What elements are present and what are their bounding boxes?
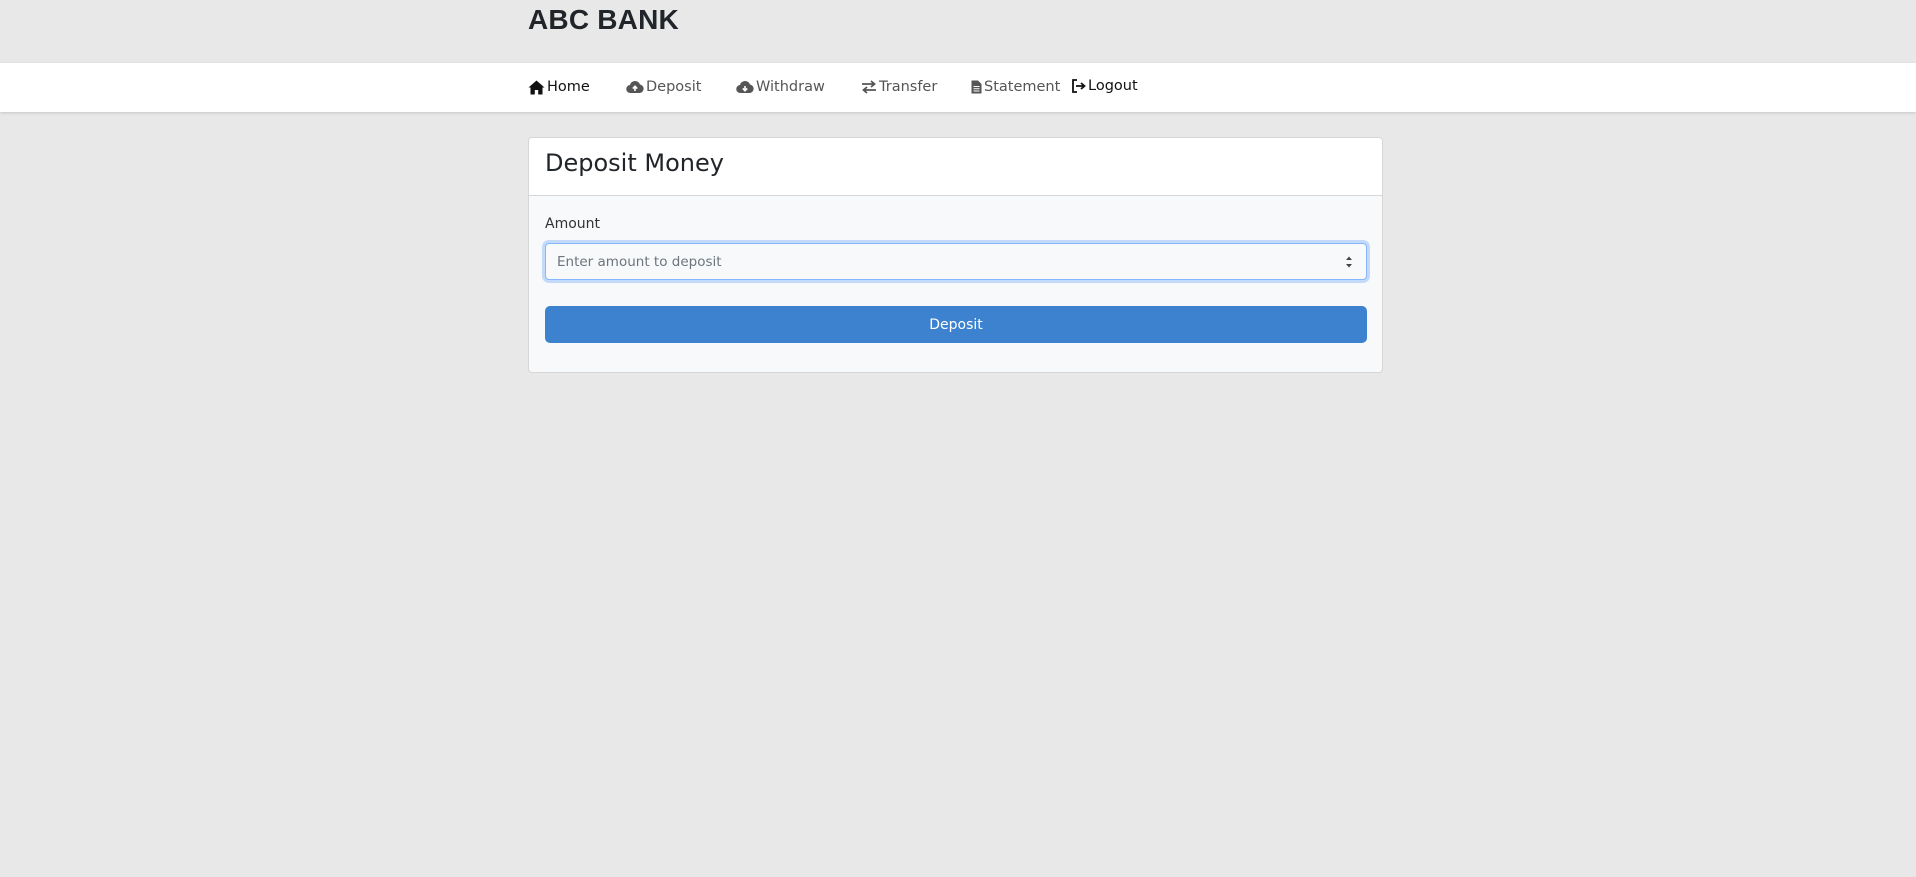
nav-deposit[interactable]: Deposit [626,79,701,95]
brand-title: ABC BANK [528,4,679,35]
logout-icon [1071,79,1088,93]
nav-home-label: Home [547,79,590,95]
deposit-button[interactable]: Deposit [545,306,1367,343]
nav-logout[interactable]: Logout [1071,78,1138,94]
nav-home[interactable]: Home [528,79,590,95]
nav-withdraw-label: Withdraw [756,79,825,95]
amount-label: Amount [545,216,601,232]
deposit-card: Deposit Money Amount Deposit [528,137,1383,373]
nav-transfer[interactable]: Transfer [861,79,937,95]
nav-logout-label: Logout [1088,78,1138,94]
page-title: Deposit Money [545,149,724,177]
amount-field [545,243,1367,280]
nav-withdraw[interactable]: Withdraw [736,79,825,95]
number-spinner-icon[interactable] [1344,254,1354,270]
home-icon [528,80,547,95]
arrows-exchange-icon [861,80,879,94]
main-navbar: Home Deposit Withdraw Transfer Statement… [0,63,1916,112]
nav-transfer-label: Transfer [879,79,938,95]
nav-deposit-label: Deposit [646,79,702,95]
amount-input[interactable] [546,244,1348,279]
card-header: Deposit Money [529,138,1382,196]
nav-statement[interactable]: Statement [971,79,1060,95]
document-icon [971,80,984,94]
nav-statement-label: Statement [984,79,1061,95]
cloud-download-icon [736,80,756,94]
cloud-upload-icon [626,80,646,94]
app-header: ABC BANK [0,0,1916,63]
